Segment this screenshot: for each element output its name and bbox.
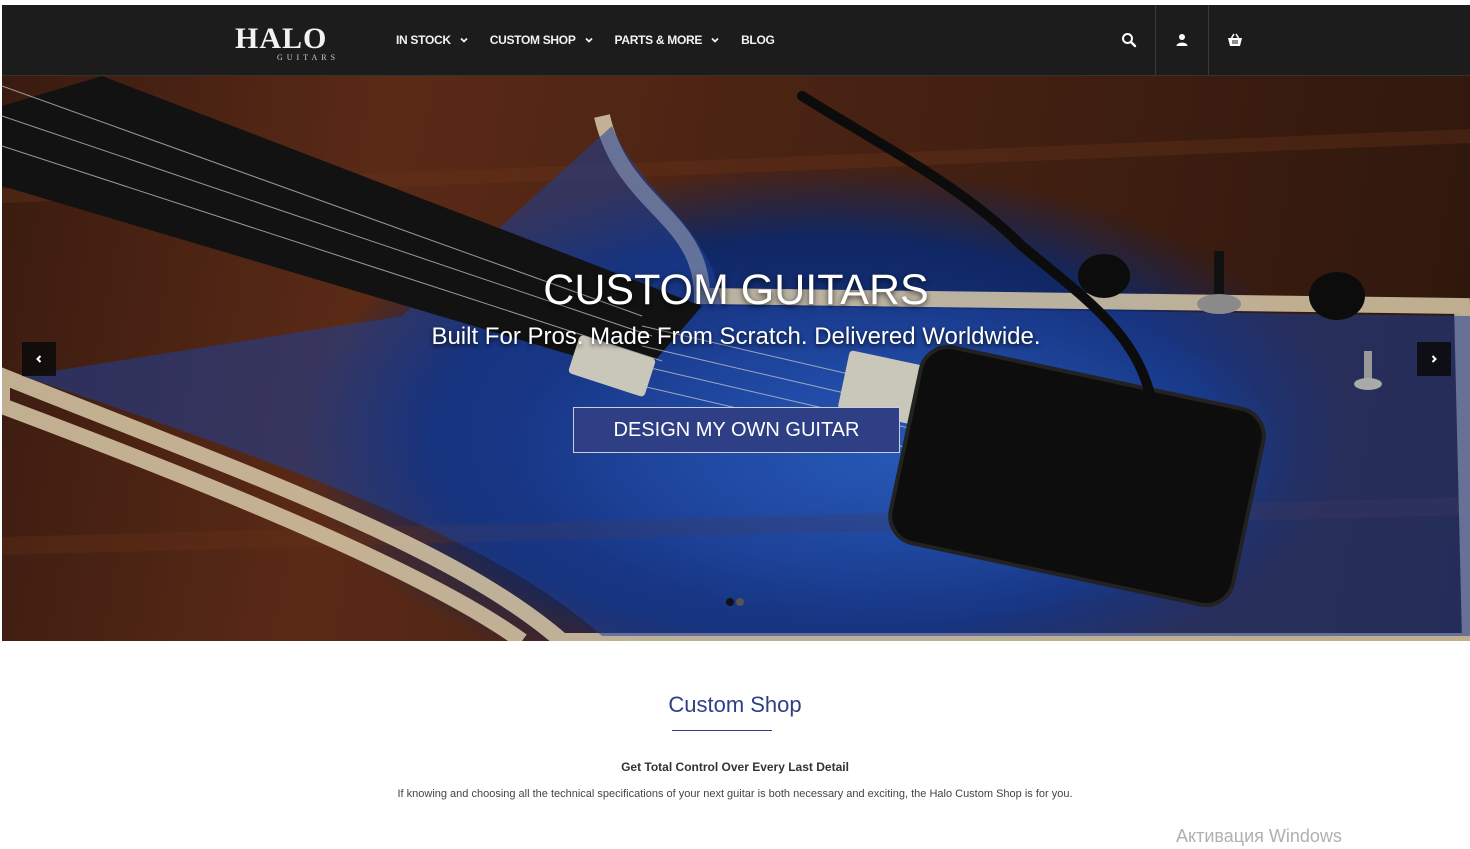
user-icon — [1176, 34, 1188, 46]
search-button[interactable] — [1103, 5, 1156, 75]
section-description: If knowing and choosing all the technica… — [397, 788, 1073, 800]
cart-icon — [1228, 33, 1242, 46]
main-navigation: IN STOCK CUSTOM SHOP PARTS & MORE BLOG — [396, 5, 796, 75]
nav-item-custom-shop[interactable]: CUSTOM SHOP — [490, 33, 594, 47]
nav-item-label: IN STOCK — [396, 33, 451, 47]
nav-item-label: CUSTOM SHOP — [489, 33, 576, 47]
chevron-down-icon — [711, 37, 719, 43]
carousel-dot-1[interactable] — [726, 598, 734, 606]
page-top-border — [0, 0, 1470, 3]
section-title: Custom Shop — [668, 692, 802, 717]
chevron-left-icon — [36, 355, 42, 363]
logo-subtext: GUITARS — [277, 53, 340, 62]
nav-item-parts-more[interactable]: PARTS & MORE — [615, 33, 721, 47]
nav-item-blog[interactable]: BLOG — [741, 33, 775, 47]
windows-activation-watermark: Активация Windows — [1176, 826, 1342, 846]
site-header: HALO GUITARS IN STOCK CUSTOM SHOP PARTS … — [2, 5, 1470, 76]
search-icon — [1122, 33, 1137, 48]
hero-carousel: CUSTOM GUITARS Built For Pros. Made From… — [2, 76, 1470, 641]
chevron-right-icon — [1431, 355, 1437, 363]
hero-subtitle: Built For Pros. Made From Scratch. Deliv… — [431, 323, 1041, 350]
guitar-background-image — [2, 76, 1470, 641]
carousel-next-button[interactable] — [1417, 342, 1451, 376]
halo-logo[interactable]: HALO GUITARS — [235, 13, 351, 65]
nav-item-label: PARTS & MORE — [614, 33, 703, 47]
header-actions — [1103, 5, 1261, 75]
carousel-dot-2[interactable] — [736, 598, 744, 606]
hero-title: CUSTOM GUITARS — [543, 266, 929, 314]
carousel-prev-button[interactable] — [22, 342, 56, 376]
nav-item-label: BLOG — [741, 33, 775, 47]
carousel-pagination — [726, 598, 744, 606]
chevron-down-icon — [460, 37, 468, 43]
section-heading: Get Total Control Over Every Last Detail — [621, 760, 849, 774]
section-divider — [672, 730, 772, 731]
cart-button[interactable] — [1209, 5, 1261, 75]
chevron-down-icon — [584, 37, 593, 43]
design-my-own-guitar-button[interactable]: DESIGN MY OWN GUITAR — [573, 407, 900, 453]
nav-item-in-stock[interactable]: IN STOCK — [396, 33, 469, 47]
account-button[interactable] — [1156, 5, 1209, 75]
